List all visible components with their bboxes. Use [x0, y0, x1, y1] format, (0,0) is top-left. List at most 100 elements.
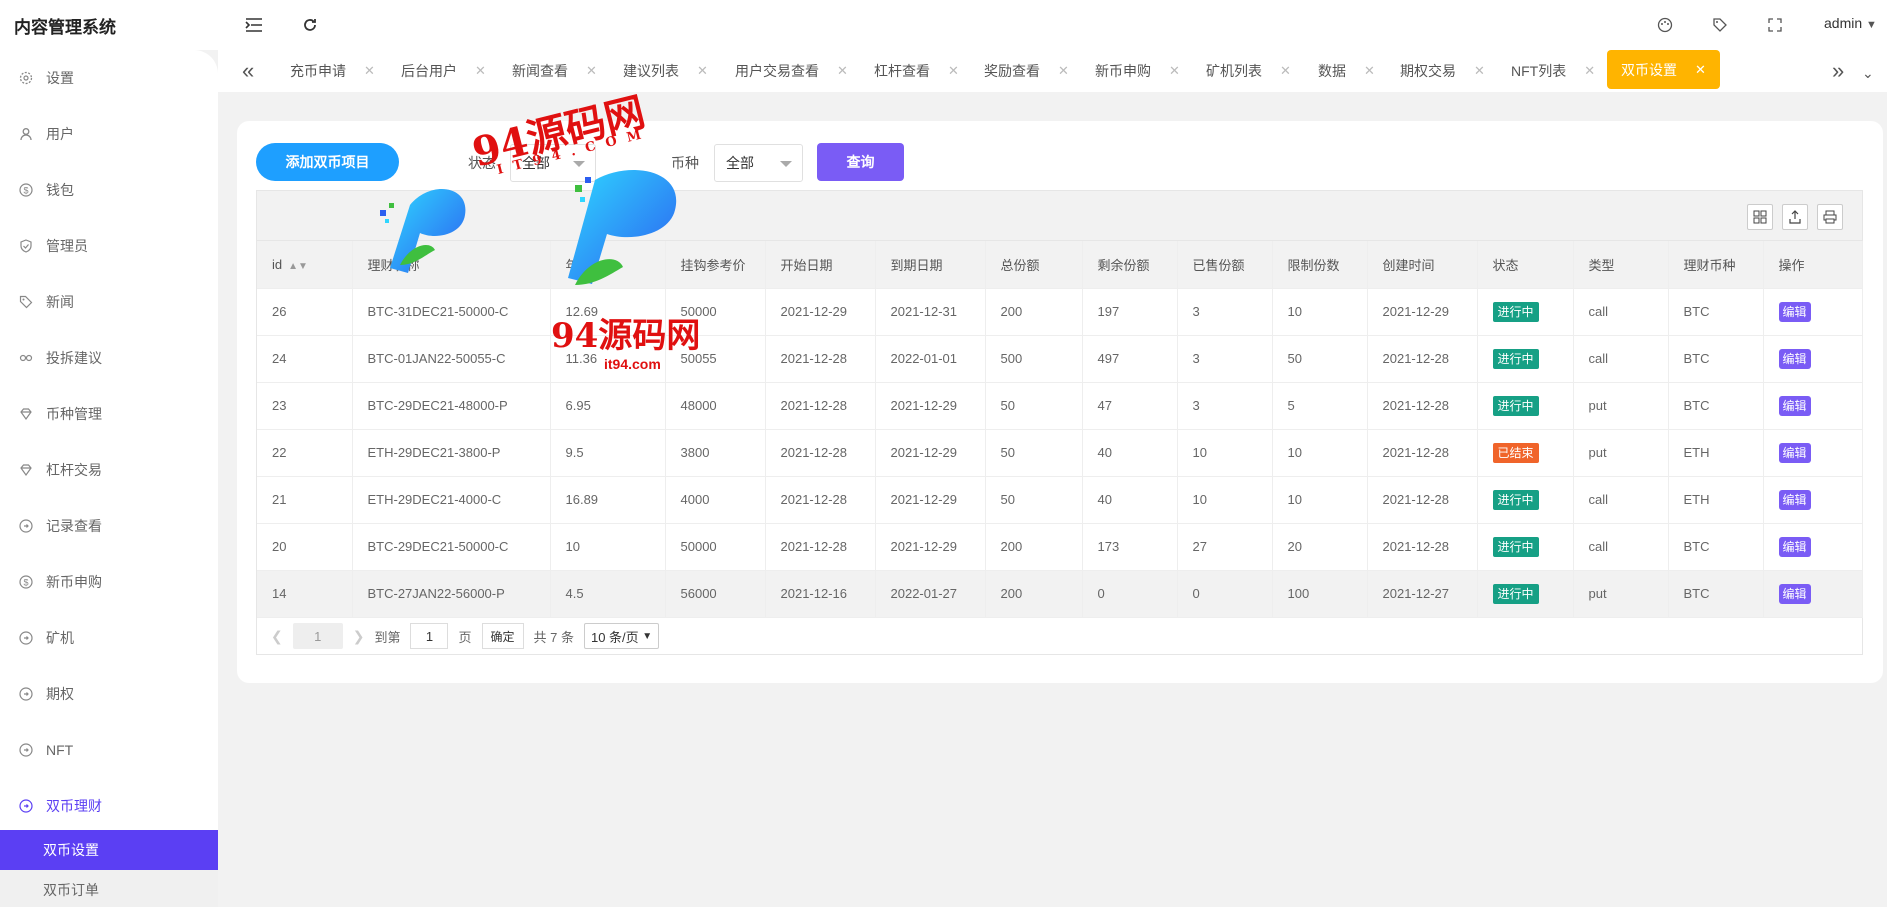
link-icon: [18, 350, 34, 366]
tab-backend-users[interactable]: 后台用户 ✕: [401, 50, 486, 92]
tab-bar: « 充币申请 ✕ 后台用户 ✕ 新闻查看 ✕ 建议列表 ✕ 用户交易查看 ✕ 杠杆查看 ✕ …: [218, 50, 1887, 92]
cell-actions: 编辑: [1763, 288, 1863, 336]
cell-start: 2021-12-28: [765, 523, 876, 571]
close-icon[interactable]: ✕: [1695, 62, 1706, 78]
cell-name: BTC-29DEC21-48000-P: [352, 382, 551, 430]
refresh-icon[interactable]: [299, 14, 321, 36]
tabs-scroll-right-icon[interactable]: »: [1832, 60, 1844, 82]
table-row: 24 BTC-01JAN22-50055-C 11.36 50055 2021-12-2…: [257, 335, 1863, 383]
cell-type: call: [1573, 476, 1669, 524]
cell-coin: ETH: [1668, 429, 1764, 477]
menu-collapse-icon[interactable]: [243, 14, 265, 36]
export-icon[interactable]: [1782, 204, 1808, 230]
cell-sold: 0: [1177, 570, 1273, 618]
sidebar-item-coin-management[interactable]: 币种管理: [0, 386, 218, 442]
edit-button[interactable]: 编辑: [1778, 489, 1811, 510]
close-icon[interactable]: ✕: [1058, 63, 1069, 79]
current-page[interactable]: 1: [292, 623, 343, 649]
close-icon[interactable]: ✕: [1364, 63, 1375, 79]
sidebar-item-new-coin[interactable]: $ 新币申购: [0, 554, 218, 610]
cell-actions: 编辑: [1763, 335, 1863, 383]
close-icon[interactable]: ✕: [1474, 63, 1485, 79]
user-menu[interactable]: admin ▼: [1824, 15, 1877, 31]
sidebar-item-records[interactable]: 记录查看: [0, 498, 218, 554]
tab-label: 奖励查看: [984, 63, 1040, 79]
close-icon[interactable]: ✕: [837, 63, 848, 79]
tab-miner-list[interactable]: 矿机列表 ✕: [1206, 50, 1291, 92]
tab-nft-list[interactable]: NFT列表 ✕: [1511, 50, 1595, 92]
sidebar-item-news[interactable]: 新闻: [0, 274, 218, 330]
status-badge: 进行中: [1492, 301, 1539, 322]
column-filter-icon[interactable]: [1747, 204, 1773, 230]
tag-icon[interactable]: [1709, 14, 1731, 36]
close-icon[interactable]: ✕: [1169, 63, 1180, 79]
sidebar-item-settings[interactable]: 设置: [0, 50, 218, 106]
tab-news-view[interactable]: 新闻查看 ✕: [512, 50, 597, 92]
cell-status: 进行中: [1477, 476, 1574, 524]
sidebar-item-wallet[interactable]: $ 钱包: [0, 162, 218, 218]
coin-filter-select[interactable]: 全部: [714, 144, 803, 182]
tab-rewards-view[interactable]: 奖励查看 ✕: [984, 50, 1069, 92]
tab-user-trades[interactable]: 用户交易查看 ✕: [735, 50, 848, 92]
close-icon[interactable]: ✕: [586, 63, 597, 79]
sidebar-item-miner[interactable]: 矿机: [0, 610, 218, 666]
cell-remain: 497: [1082, 335, 1178, 383]
edit-button[interactable]: 编辑: [1778, 348, 1811, 369]
query-button[interactable]: 查询: [817, 143, 904, 181]
tab-recharge-requests[interactable]: 充币申请 ✕: [290, 50, 375, 92]
tab-leverage-view[interactable]: 杠杆查看 ✕: [874, 50, 959, 92]
cell-id: 23: [257, 382, 353, 430]
sidebar-item-label: 双币理财: [46, 798, 102, 814]
sidebar-item-label: 杠杆交易: [46, 462, 102, 478]
next-page-icon[interactable]: ❯: [353, 628, 365, 645]
tabs-menu-chevron-down-icon[interactable]: ⌄: [1862, 62, 1874, 84]
goto-confirm-button[interactable]: 确定: [481, 623, 524, 649]
col-header: 理财币种: [1668, 241, 1764, 289]
table-row: 14 BTC-27JAN22-56000-P 4.5 56000 2021-12-16 2…: [257, 570, 1863, 618]
sidebar-item-leverage[interactable]: 杠杆交易: [0, 442, 218, 498]
close-icon[interactable]: ✕: [697, 63, 708, 79]
close-icon[interactable]: ✕: [1584, 63, 1595, 79]
sidebar-item-admins[interactable]: 管理员: [0, 218, 218, 274]
cell-limit: 10: [1272, 288, 1368, 336]
sidebar-subitem-dual-settings[interactable]: 双币设置: [0, 830, 218, 870]
cell-remain: 197: [1082, 288, 1178, 336]
close-icon[interactable]: ✕: [475, 63, 486, 79]
theme-palette-icon[interactable]: [1654, 14, 1676, 36]
close-icon[interactable]: ✕: [1280, 63, 1291, 79]
print-icon[interactable]: [1817, 204, 1843, 230]
edit-button[interactable]: 编辑: [1778, 536, 1811, 557]
close-icon[interactable]: ✕: [364, 63, 375, 79]
diamond-icon: [18, 406, 34, 422]
sidebar-subitem-dual-orders[interactable]: 双币订单: [0, 870, 218, 907]
cell-coin: BTC: [1668, 335, 1764, 383]
sidebar-item-suggestions[interactable]: 投拆建议: [0, 330, 218, 386]
cell-created: 2021-12-28: [1367, 476, 1478, 524]
edit-button[interactable]: 编辑: [1778, 395, 1811, 416]
fullscreen-icon[interactable]: [1764, 14, 1786, 36]
cell-id: 22: [257, 429, 353, 477]
prev-page-icon[interactable]: ❮: [271, 628, 283, 645]
cell-status: 进行中: [1477, 288, 1574, 336]
page-size-select[interactable]: 10 条/页 ▼: [583, 623, 660, 649]
add-dual-project-button[interactable]: 添加双币项目: [256, 143, 399, 181]
circle-arrow-icon: [18, 518, 34, 534]
col-header[interactable]: id ▲▼: [257, 241, 353, 289]
total-count: 共 7 条: [533, 629, 574, 645]
edit-button[interactable]: 编辑: [1778, 301, 1811, 322]
close-icon[interactable]: ✕: [948, 63, 959, 79]
edit-button[interactable]: 编辑: [1778, 583, 1811, 604]
tab-dual-settings[interactable]: 双币设置 ✕: [1607, 50, 1720, 89]
tab-new-coin-subscription[interactable]: 新币申购 ✕: [1095, 50, 1180, 92]
tab-options-trading[interactable]: 期权交易 ✕: [1400, 50, 1485, 92]
sidebar-item-options[interactable]: 期权: [0, 666, 218, 722]
goto-page-input[interactable]: 1: [410, 623, 449, 649]
tabs-scroll-left-icon[interactable]: «: [242, 60, 254, 82]
sidebar-item-nft[interactable]: NFT: [0, 722, 218, 778]
sort-icon[interactable]: ▲▼: [288, 261, 308, 272]
sidebar-item-users[interactable]: 用户: [0, 106, 218, 162]
tab-data[interactable]: 数据 ✕: [1318, 50, 1375, 92]
cell-start: 2021-12-28: [765, 429, 876, 477]
sidebar-item-dual-finance[interactable]: 双币理财: [0, 778, 218, 834]
edit-button[interactable]: 编辑: [1778, 442, 1811, 463]
